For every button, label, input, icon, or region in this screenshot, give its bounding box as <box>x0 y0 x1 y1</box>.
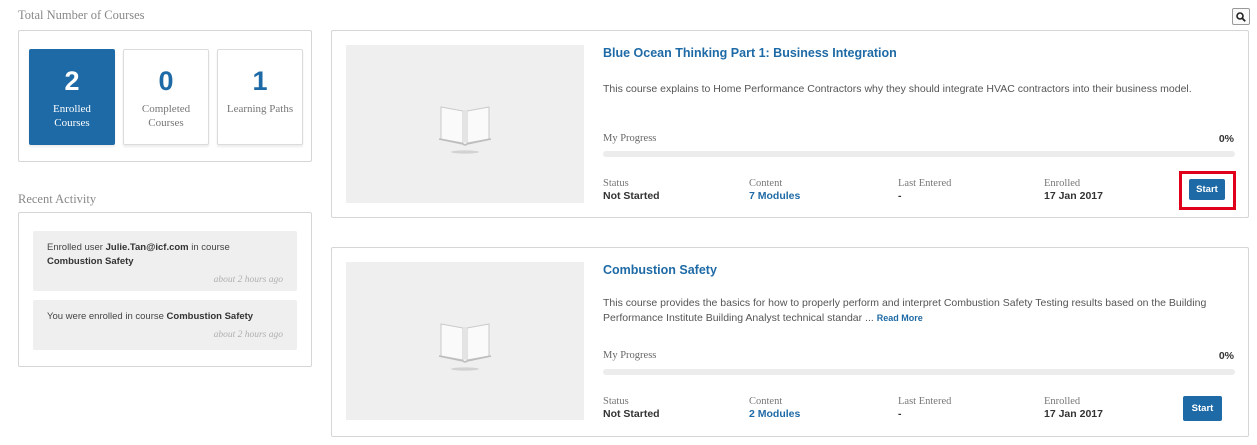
search-button[interactable] <box>1232 8 1250 25</box>
stat-label: Completed Courses <box>141 103 191 129</box>
activity-text: Enrolled user Julie.Tan@icf.com in cours… <box>47 242 230 267</box>
course-description: This course provides the basics for how … <box>603 297 1207 324</box>
enrolled-value: 17 Jan 2017 <box>1044 408 1103 420</box>
total-courses-title: Total Number of Courses <box>18 8 145 22</box>
stat-label: Learning Paths <box>226 103 294 115</box>
progress-percent: 0% <box>1218 133 1234 145</box>
read-more-link[interactable]: Read More <box>877 313 923 323</box>
stat-value: 0 <box>158 66 174 96</box>
activity-user: Julie.Tan@icf.com <box>105 242 189 253</box>
activity-course: Combustion Safety <box>166 311 254 322</box>
course-title[interactable]: Combustion Safety <box>603 263 717 277</box>
recent-activity-title: Recent Activity <box>18 192 97 206</box>
search-icon <box>1236 11 1246 22</box>
content-label: Content <box>749 396 783 407</box>
activity-time: about 2 hours ago <box>213 275 283 285</box>
start-button[interactable]: Start <box>1189 179 1225 200</box>
course-thumbnail[interactable] <box>346 45 584 203</box>
open-book-icon <box>438 106 492 154</box>
progress-label: My Progress <box>603 350 657 361</box>
open-book-icon <box>438 323 492 371</box>
stat-learning-paths[interactable]: 1 Learning Paths <box>217 49 303 145</box>
content-label: Content <box>749 178 783 189</box>
progress-percent: 0% <box>1218 350 1234 362</box>
last-entered-value: - <box>898 190 902 202</box>
course-title[interactable]: Blue Ocean Thinking Part 1: Business Int… <box>603 46 897 60</box>
stat-value: 1 <box>252 66 268 96</box>
status-label: Status <box>603 396 629 407</box>
last-entered-label: Last Entered <box>898 178 952 189</box>
content-modules-link[interactable]: 2 Modules <box>749 408 800 420</box>
enrolled-label: Enrolled <box>1044 178 1081 189</box>
progress-label: My Progress <box>603 133 657 144</box>
status-value: Not Started <box>603 408 660 420</box>
start-button[interactable]: Start <box>1183 396 1222 421</box>
activity-text: You were enrolled in course Combustion S… <box>47 311 254 322</box>
activity-course: Combustion Safety <box>47 256 134 267</box>
course-card: Blue Ocean Thinking Part 1: Business Int… <box>331 30 1249 218</box>
progress-bar <box>603 151 1235 157</box>
last-entered-value: - <box>898 408 902 420</box>
enrolled-label: Enrolled <box>1044 396 1081 407</box>
recent-activity-panel: Enrolled user Julie.Tan@icf.com in cours… <box>18 212 312 367</box>
progress-bar <box>603 369 1235 375</box>
course-card: Combustion Safety This course provides t… <box>331 247 1249 437</box>
stat-label: Enrolled Courses <box>53 103 91 129</box>
enrolled-value: 17 Jan 2017 <box>1044 190 1103 202</box>
course-stats-panel: 2 Enrolled Courses 0 Completed Courses 1… <box>18 30 312 162</box>
status-label: Status <box>603 178 629 189</box>
status-value: Not Started <box>603 190 660 202</box>
last-entered-label: Last Entered <box>898 396 952 407</box>
content-modules-link[interactable]: 7 Modules <box>749 190 800 202</box>
course-description: This course explains to Home Performance… <box>603 83 1192 95</box>
stat-completed-courses[interactable]: 0 Completed Courses <box>123 49 209 145</box>
course-thumbnail[interactable] <box>346 262 584 420</box>
stat-value: 2 <box>64 66 80 96</box>
stat-enrolled-courses[interactable]: 2 Enrolled Courses <box>29 49 115 145</box>
activity-item: You were enrolled in course Combustion S… <box>33 300 297 350</box>
activity-item: Enrolled user Julie.Tan@icf.com in cours… <box>33 231 297 291</box>
activity-time: about 2 hours ago <box>213 330 283 340</box>
